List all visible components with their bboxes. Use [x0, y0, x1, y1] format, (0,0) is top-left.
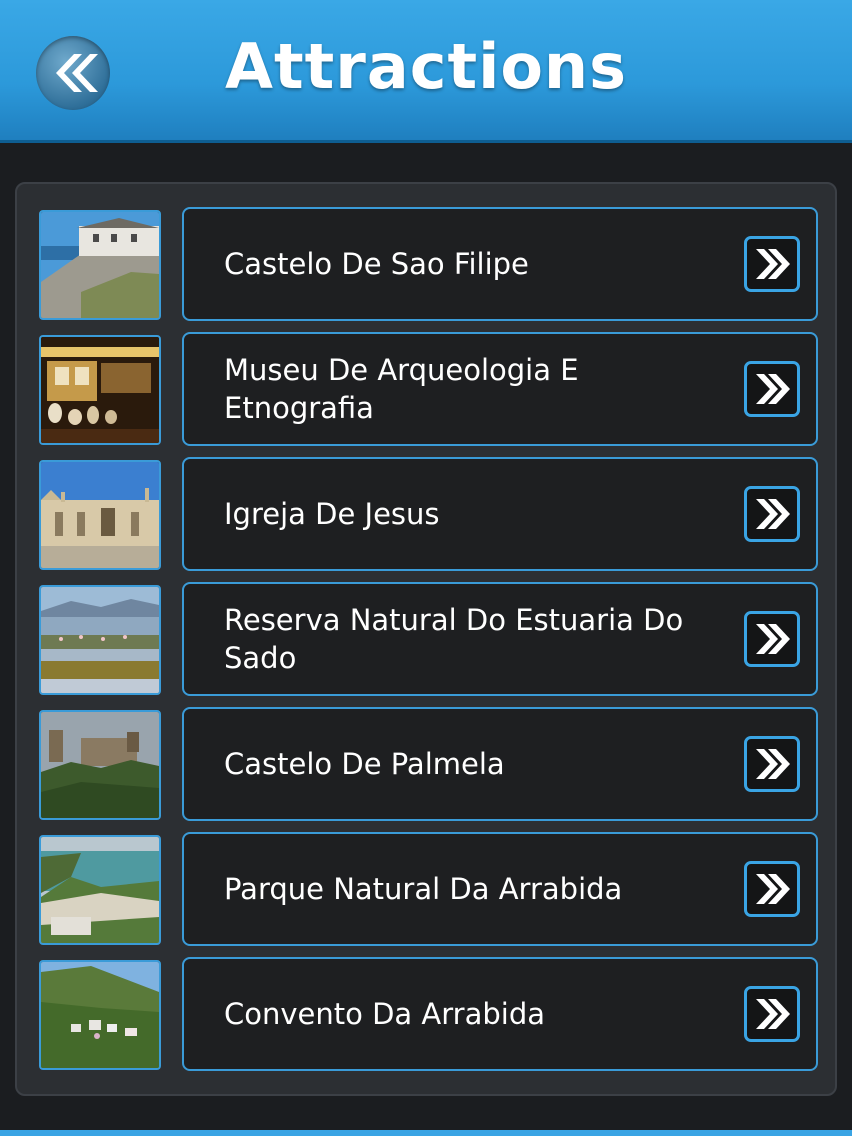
list-item[interactable]: Museu De Arqueologia E Etnografia [17, 309, 839, 446]
attractions-list: Castelo De Sao Filipe Museu De Arqueolog… [15, 182, 837, 1096]
double-chevron-right-icon [756, 874, 790, 904]
open-attraction-button[interactable] [744, 486, 800, 542]
attraction-card[interactable]: Museu De Arqueologia E Etnografia [182, 332, 818, 446]
open-attraction-button[interactable] [744, 611, 800, 667]
double-chevron-right-icon [756, 749, 790, 779]
open-attraction-button[interactable] [744, 361, 800, 417]
attraction-card[interactable]: Castelo De Palmela [182, 707, 818, 821]
open-attraction-button[interactable] [744, 736, 800, 792]
attraction-thumbnail[interactable] [39, 585, 161, 695]
list-item[interactable]: Castelo De Sao Filipe [17, 184, 839, 321]
list-item[interactable]: Parque Natural Da Arrabida [17, 809, 839, 946]
attraction-thumbnail[interactable] [39, 960, 161, 1070]
attraction-label: Castelo De Sao Filipe [224, 247, 529, 281]
double-chevron-right-icon [756, 499, 790, 529]
page-title: Attractions [225, 30, 627, 103]
attraction-label: Museu De Arqueologia E Etnografia [224, 353, 579, 425]
double-chevron-right-icon [756, 374, 790, 404]
app-header: Attractions [0, 0, 852, 143]
double-chevron-right-icon [756, 624, 790, 654]
attraction-card[interactable]: Parque Natural Da Arrabida [182, 832, 818, 946]
attraction-thumbnail[interactable] [39, 210, 161, 320]
open-attraction-button[interactable] [744, 236, 800, 292]
double-chevron-right-icon [756, 249, 790, 279]
list-item[interactable]: Castelo De Palmela [17, 684, 839, 821]
attraction-label: Reserva Natural Do Estuaria Do Sado [224, 603, 684, 675]
attraction-card[interactable]: Reserva Natural Do Estuaria Do Sado [182, 582, 818, 696]
open-attraction-button[interactable] [744, 861, 800, 917]
attraction-card[interactable]: Convento Da Arrabida [182, 957, 818, 1071]
open-attraction-button[interactable] [744, 986, 800, 1042]
attraction-card[interactable]: Igreja De Jesus [182, 457, 818, 571]
attraction-label: Castelo De Palmela [224, 747, 505, 781]
attraction-thumbnail[interactable] [39, 835, 161, 945]
attraction-label: Convento Da Arrabida [224, 997, 545, 1031]
double-chevron-right-icon [756, 999, 790, 1029]
attraction-thumbnail[interactable] [39, 335, 161, 445]
attraction-label: Igreja De Jesus [224, 497, 440, 531]
list-item[interactable]: Igreja De Jesus [17, 434, 839, 571]
attraction-thumbnail[interactable] [39, 460, 161, 570]
attraction-thumbnail[interactable] [39, 710, 161, 820]
attraction-card[interactable]: Castelo De Sao Filipe [182, 207, 818, 321]
list-item[interactable]: Reserva Natural Do Estuaria Do Sado [17, 559, 839, 696]
bottom-accent-bar [0, 1130, 852, 1136]
attraction-label: Parque Natural Da Arrabida [224, 872, 623, 906]
list-item[interactable]: Convento Da Arrabida [17, 934, 839, 1071]
